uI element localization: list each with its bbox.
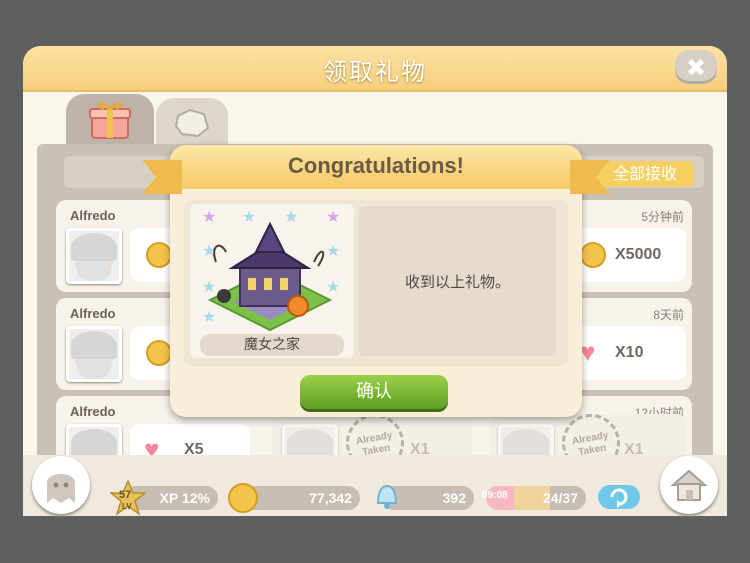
witch-house-icon <box>207 222 333 332</box>
dialog-title: Congratulations! <box>288 153 464 178</box>
gift-item-name: 魔女之家 <box>200 334 344 356</box>
dialog-message: 收到以上礼物。 <box>404 273 510 291</box>
confirm-button[interactable]: 确认 <box>300 375 448 409</box>
